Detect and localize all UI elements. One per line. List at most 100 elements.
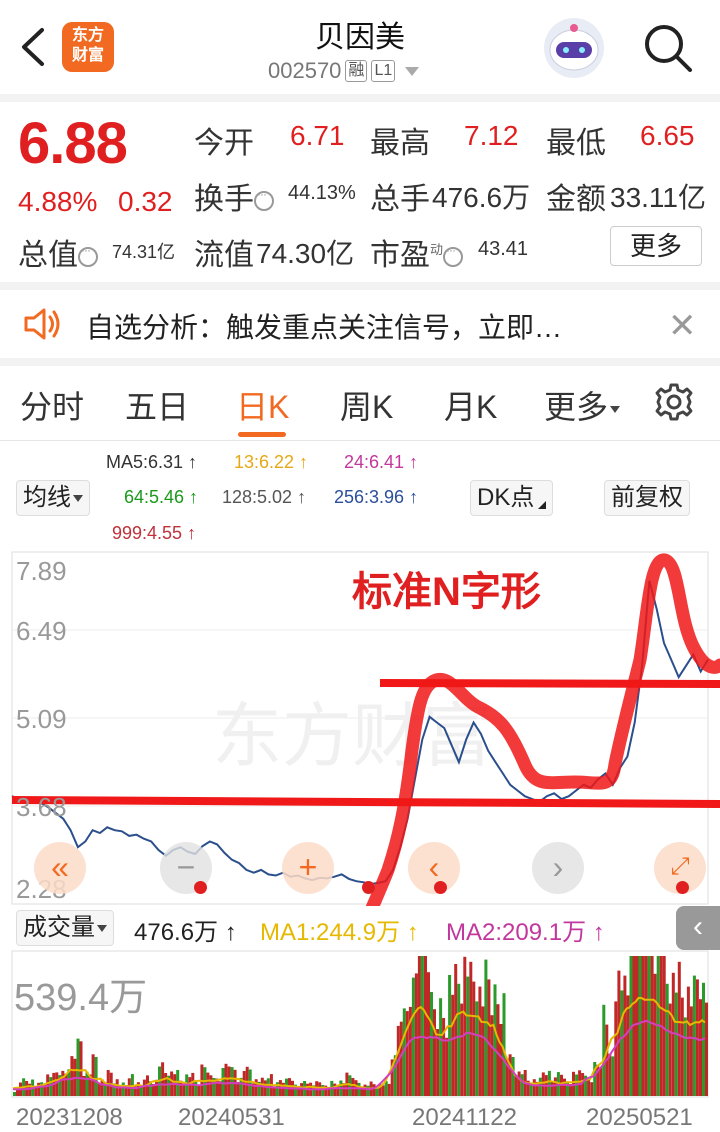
- volume-selector[interactable]: 成交量: [16, 910, 114, 946]
- pe-label-text: 市盈: [370, 239, 430, 272]
- high-label: 最高: [370, 127, 430, 160]
- speaker-icon: [24, 308, 60, 340]
- volume-bar: [532, 1079, 536, 1096]
- volume-bar: [508, 1054, 512, 1096]
- turnover-label: 换手: [194, 174, 274, 218]
- quote-divider: [0, 282, 720, 290]
- volume-label: 总手: [370, 183, 430, 216]
- collapse-panel-button[interactable]: ‹: [676, 906, 720, 950]
- volume-bar: [481, 1006, 485, 1096]
- volume-bar: [496, 1004, 500, 1096]
- volume-bar: [665, 983, 669, 1096]
- header-divider: [0, 94, 720, 102]
- info-icon[interactable]: [78, 243, 98, 268]
- volume-bar: [493, 984, 497, 1096]
- notice-text[interactable]: 自选分析：触发重点关注信号，立即…: [86, 306, 562, 346]
- gear-icon[interactable]: [652, 380, 696, 424]
- ma24-label: 24:6.41 ↑: [344, 452, 419, 472]
- volume-bar: [517, 1071, 521, 1096]
- date-label: 20231208: [16, 1104, 123, 1131]
- pe-value: 43.41: [478, 238, 529, 260]
- volume-bar: [647, 956, 651, 1096]
- volume-bar: [454, 964, 458, 1096]
- volume-bar: [49, 1077, 53, 1096]
- stock-code-line[interactable]: 002570 融 L1: [268, 58, 420, 84]
- close-icon[interactable]: ✕: [668, 306, 697, 346]
- volume-bar: [224, 1063, 228, 1096]
- volume-current: 476.6万 ↑: [134, 919, 237, 946]
- date-label: 20241122: [412, 1104, 517, 1131]
- volume-bar: [445, 1037, 449, 1096]
- volume-bar: [553, 1077, 557, 1096]
- volume-bar: [511, 1057, 515, 1096]
- dk-point-toggle[interactable]: DK点: [470, 480, 554, 516]
- volume-bar: [520, 1074, 524, 1096]
- volume-bar: [209, 1075, 213, 1096]
- volume-bar: [478, 986, 482, 1096]
- volume-bar: [674, 992, 678, 1096]
- volume-bar: [366, 1085, 370, 1096]
- volume-bar: [677, 961, 681, 1096]
- volume-bar: [76, 1038, 80, 1096]
- volume-bar: [61, 1070, 65, 1096]
- more-button[interactable]: 更多: [610, 226, 702, 266]
- tab-five-day[interactable]: 五日: [125, 382, 189, 428]
- tab-intraday[interactable]: 分时: [20, 382, 84, 428]
- volume-bar: [351, 1078, 355, 1096]
- volume-bar: [188, 1077, 192, 1096]
- ma13-label: 13:6.22 ↑: [234, 452, 309, 472]
- volume-ma2: MA2:209.1万 ↑: [446, 919, 605, 946]
- volume-bar: [420, 956, 424, 1096]
- volume-bar: [363, 1084, 367, 1096]
- notice-divider: [0, 358, 720, 366]
- volume-bar: [626, 995, 630, 1096]
- dk-point-label: DK点: [477, 484, 535, 511]
- volume-bar: [176, 1070, 180, 1096]
- amount-value: 33.11亿: [610, 182, 706, 213]
- volume-bar: [360, 1088, 364, 1096]
- high-value: 7.12: [464, 120, 519, 151]
- ma999-label: 999:4.55 ↑: [112, 523, 197, 543]
- volume-bar: [155, 1079, 158, 1096]
- kline-chart[interactable]: 东方财富 标准N字形: [0, 550, 720, 906]
- scroll-right-button[interactable]: ›: [532, 842, 584, 894]
- adjust-selector[interactable]: 前复权: [604, 480, 690, 516]
- tab-monthly-k[interactable]: 月K: [444, 382, 497, 428]
- volume-bar: [641, 956, 645, 1096]
- tab-more[interactable]: 更多: [544, 382, 621, 428]
- volume-bar: [197, 1084, 201, 1096]
- signal-dot: [676, 881, 689, 894]
- volume-bar: [263, 1080, 267, 1096]
- margin-tag: 融: [345, 60, 368, 82]
- volume-bar: [662, 956, 666, 1096]
- assistant-robot-icon[interactable]: [544, 18, 604, 78]
- tabs-divider: [0, 440, 720, 441]
- volume-bar: [587, 1079, 591, 1096]
- volume-bar: [466, 976, 470, 1096]
- amount-label: 金额: [546, 183, 606, 216]
- volume-bar: [563, 1078, 566, 1096]
- zoom-in-button[interactable]: +: [282, 842, 334, 894]
- volume-bar: [70, 1056, 74, 1096]
- signal-dot: [434, 881, 447, 894]
- volume-bar: [230, 1067, 234, 1096]
- tab-weekly-k[interactable]: 周K: [340, 382, 393, 428]
- tab-daily-k[interactable]: 日K: [236, 382, 289, 428]
- volume-bar: [566, 1081, 569, 1096]
- volume-bar: [547, 1070, 551, 1096]
- volume-bar: [502, 993, 506, 1096]
- ma-selector[interactable]: 均线: [16, 480, 90, 516]
- info-icon[interactable]: [443, 243, 464, 268]
- ma-selector-label: 均线: [23, 484, 71, 511]
- info-icon[interactable]: [254, 187, 274, 212]
- support-line-annotation: [11, 796, 720, 808]
- volume-bar: [227, 1066, 231, 1096]
- float-value: 74.30亿: [256, 238, 355, 269]
- float-label: 流值: [194, 239, 254, 272]
- change-percent: 4.88%: [18, 186, 98, 217]
- search-icon[interactable]: [640, 20, 696, 76]
- volume-bar: [430, 992, 433, 1096]
- volume-ma1: MA1:244.9万 ↑: [260, 919, 419, 946]
- volume-bar: [91, 1054, 95, 1096]
- scroll-start-button[interactable]: «: [34, 842, 86, 894]
